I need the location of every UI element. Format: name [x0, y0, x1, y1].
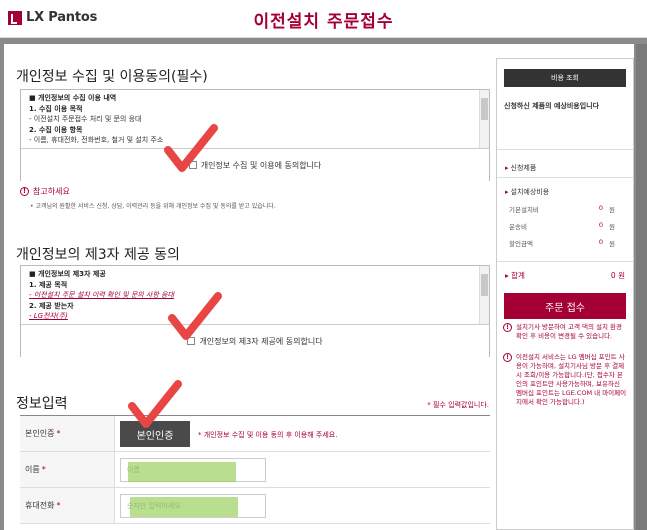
form-title: 정보입력 — [16, 396, 68, 412]
consent1-agree-label[interactable]: 개인정보 수집 및 이용에 동의합니다 — [201, 160, 322, 171]
auth-note: * 개인정보 수집 및 이용 동의 후 이용해 주세요. — [198, 431, 338, 439]
form-table: 본인인증 * 본인인증 * 개인정보 수집 및 이용 동의 후 이용해 주세요. … — [20, 415, 490, 524]
product-head: ▸ 신청제품 — [505, 164, 537, 172]
notice-title-text: 참고하세요 — [33, 187, 70, 196]
consent2-title: 개인정보의 제3자 제공 동의 — [16, 247, 180, 263]
info-icon: ! — [503, 353, 512, 362]
consent2-agree-label[interactable]: 개인정보의 제3자 제공에 동의합니다 — [199, 336, 322, 347]
phone-input[interactable]: 숫자만 입력하세요 — [120, 494, 266, 518]
consent2-line: 2. 제공 받는자 — [29, 301, 74, 310]
divider — [497, 149, 633, 150]
cost-inquiry-button[interactable]: 비용 조회 — [504, 69, 626, 87]
consent2-line: - 이전설치 주문 설치 이력 확인 및 문의 사항 응대 — [29, 291, 174, 299]
form-row-auth: 본인인증 * 본인인증 * 개인정보 수집 및 이용 동의 후 이용해 주세요. — [20, 416, 490, 452]
consent1-scrollbar[interactable] — [479, 90, 489, 148]
sidebar-desc: 신청하신 제품의 예상비용입니다 — [504, 102, 600, 110]
consent2-line: - LG전자(주) — [29, 312, 68, 320]
header: LX Pantos 이전설치 주문접수 — [0, 0, 647, 38]
auth-label: 본인인증 * — [20, 416, 115, 451]
name-label: 이름 * — [20, 452, 115, 487]
consent2-terms: ■ 개인정보의 제3자 제공 1. 제공 목적 - 이전설치 주문 설치 이력 … — [21, 266, 479, 324]
divider — [497, 177, 633, 178]
consent1-line: 1. 수집 이용 목적 — [29, 104, 83, 113]
consent2-agree-row[interactable]: 개인정보의 제3자 제공에 동의합니다 — [21, 324, 489, 357]
consent1-line: - 이름, 휴대전화, 전화번호, 철거 및 설치 주소 — [29, 136, 164, 144]
consent1-line: - 이전설치 주문접수 처리 및 문의 응대 — [29, 115, 142, 123]
consent1-box: ■ 개인정보의 수집 이용 내역 1. 수집 이용 목적 - 이전설치 주문접수… — [20, 89, 490, 181]
window-scrollbar[interactable] — [636, 44, 647, 530]
cost-line-basic: 기본설치비 0 원 — [509, 204, 615, 214]
required-note: * 필수 입력값입니다. — [427, 401, 489, 409]
form-row-name: 이름 * 이름 — [20, 452, 490, 488]
info-icon: ! — [503, 323, 512, 332]
consent1-line: ■ 개인정보의 수집 이용 내역 — [29, 94, 117, 102]
notice-text: • 고객님의 원활한 서비스 신청, 상담, 이력관리 등을 위해 개인정보 수… — [30, 203, 276, 210]
name-input[interactable]: 이름 — [120, 458, 266, 482]
side-note-2: ! 이전설치 서비스는 LG 멤버십 포인트 사용이 가능하며, 설치기사님 방… — [503, 353, 627, 407]
cost-line-discount: 할인금액 0 원 — [509, 238, 615, 248]
consent2-box: ■ 개인정보의 제3자 제공 1. 제공 목적 - 이전설치 주문 설치 이력 … — [20, 265, 490, 357]
consent1-line: 2. 수집 이용 항목 — [29, 125, 83, 134]
page-title: 이전설치 주문접수 — [253, 12, 394, 32]
consent2-line: ■ 개인정보의 제3자 제공 — [29, 270, 106, 278]
phone-label: 휴대전화 * — [20, 488, 115, 523]
divider — [497, 261, 633, 262]
consent2-scroll-thumb[interactable] — [481, 274, 488, 296]
consent1-scroll-thumb[interactable] — [481, 98, 488, 120]
cost-line-shipping: 운송비 0 원 — [509, 221, 615, 231]
consent1-terms: ■ 개인정보의 수집 이용 내역 1. 수집 이용 목적 - 이전설치 주문접수… — [21, 90, 479, 148]
cost-head: ▸ 설치예상비용 — [505, 188, 550, 196]
info-icon: ! — [20, 187, 29, 196]
form-row-phone: 휴대전화 * 숫자만 입력하세요 — [20, 488, 490, 524]
auth-button[interactable]: 본인인증 — [120, 421, 190, 447]
side-note-1: ! 설치기사 방문하여 고객 댁의 설치 환경 확인 후 비용이 변경될 수 있… — [503, 323, 627, 341]
total-row: ▸ 합계 0 원 — [505, 271, 625, 280]
consent2-checkbox[interactable] — [187, 337, 196, 345]
notice-title: ! 참고하세요 — [20, 186, 70, 197]
consent2-line: 1. 제공 목적 — [29, 280, 68, 289]
consent2-scrollbar[interactable] — [479, 266, 489, 324]
sidebar: 비용 조회 신청하신 제품의 예상비용입니다 ▸ 신청제품 ▸ 설치예상비용 기본설… — [496, 58, 634, 530]
order-button[interactable]: 주문 접수 — [504, 293, 626, 319]
consent1-title: 개인정보 수집 및 이용동의(필수) — [16, 69, 208, 85]
consent1-checkbox[interactable] — [188, 161, 197, 169]
consent1-agree-row[interactable]: 개인정보 수집 및 이용에 동의합니다 — [21, 148, 489, 181]
